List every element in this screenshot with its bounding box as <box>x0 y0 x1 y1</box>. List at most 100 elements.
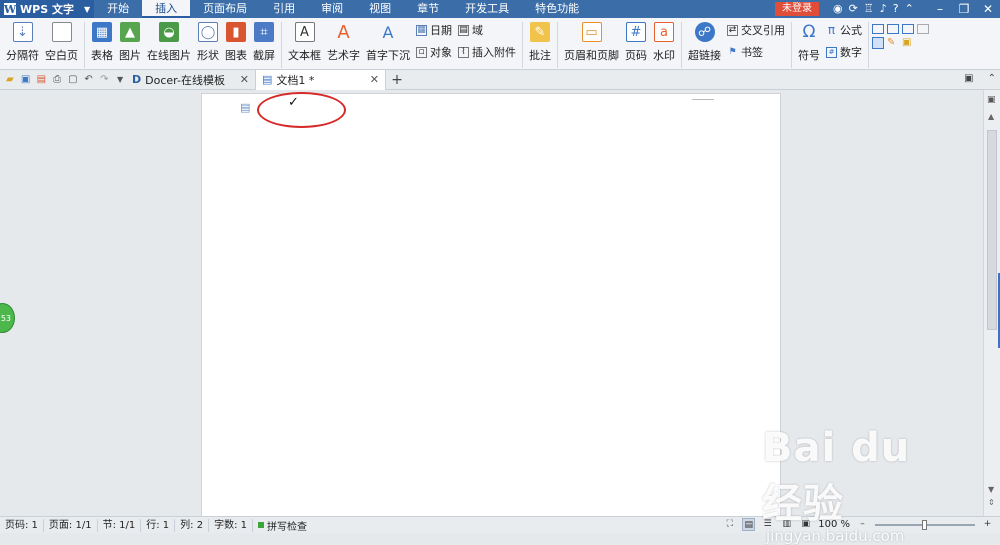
web-view-icon[interactable]: ▥ <box>780 518 793 531</box>
number-button[interactable]: # 数字 <box>826 44 862 60</box>
object-button[interactable]: ▫ 对象 <box>416 44 452 60</box>
formula-button[interactable]: π 公式 <box>826 22 862 38</box>
undo-icon[interactable]: ↶ <box>83 73 95 86</box>
help-icon[interactable]: ? <box>893 2 899 15</box>
cross-reference-button[interactable]: ⇄ 交叉引用 <box>727 22 785 38</box>
page-number-label: 页码 <box>625 49 647 62</box>
textbox-button[interactable]: A 文本框 <box>285 22 324 66</box>
tab-view[interactable]: 视图 <box>356 0 404 18</box>
plus-icon[interactable]: + <box>386 72 408 88</box>
screenshot-button[interactable]: ⌗ 截屏 <box>250 22 278 66</box>
collapse-icon[interactable]: ⌃ <box>988 73 996 84</box>
image-control-icon[interactable] <box>917 24 929 34</box>
minimize-icon[interactable]: – <box>928 0 952 18</box>
document-page[interactable]: ▤ ✓ <box>201 93 781 516</box>
page-view-icon[interactable]: ▤ <box>742 518 756 531</box>
page-break-button[interactable]: ⇣ 分隔符 <box>3 22 42 66</box>
scroll-up-icon[interactable]: ▲ <box>988 112 994 121</box>
page-number-button[interactable]: # 页码 <box>622 22 650 66</box>
checkbox-control-icon[interactable] <box>887 24 899 34</box>
close-icon[interactable]: ✕ <box>240 73 249 86</box>
docer-icon: D <box>132 73 142 86</box>
close-icon[interactable]: ✕ <box>976 0 1000 18</box>
lock-icon[interactable]: ▣ <box>902 37 914 49</box>
attachment-button[interactable]: ⌇ 插入附件 <box>458 44 516 60</box>
redo-icon[interactable]: ↷ <box>99 73 111 86</box>
shapes-button[interactable]: ◯ 形状 <box>194 22 222 66</box>
zoom-in-icon[interactable]: + <box>981 518 994 531</box>
dropcap-button[interactable]: A 首字下沉 <box>363 22 413 66</box>
chart-button[interactable]: ▮ 图表 <box>222 22 250 66</box>
sync-icon[interactable]: ⟳ <box>849 2 858 15</box>
vertical-scrollbar[interactable]: ▣ ▲ ▼ ⇕ <box>983 90 1000 516</box>
field-button[interactable]: ▤ 域 <box>458 22 516 38</box>
attachment-label: 插入附件 <box>472 46 516 59</box>
tab-review[interactable]: 审阅 <box>308 0 356 18</box>
tab-document1[interactable]: ▤ 文档1 * ✕ <box>256 69 386 90</box>
watermark-button[interactable]: a 水印 <box>650 22 678 66</box>
tab-docer-templates[interactable]: D Docer-在线模板 ✕ <box>126 69 256 90</box>
scroll-thumb[interactable] <box>987 130 997 330</box>
login-button[interactable]: 未登录 <box>775 2 819 16</box>
hyperlink-button[interactable]: ☍ 超链接 <box>685 22 724 66</box>
comment-button[interactable]: ✎ 批注 <box>526 22 554 66</box>
page-nav-icon[interactable]: ⇕ <box>988 498 995 507</box>
skin-icon[interactable]: ◉ <box>833 2 843 15</box>
fullscreen-view-icon[interactable]: ⛶ <box>723 518 736 531</box>
print-preview-icon[interactable]: ▢ <box>67 73 79 86</box>
picture-button[interactable]: ▲ 图片 <box>116 22 144 66</box>
header-footer-button[interactable]: ▭ 页眉和页脚 <box>561 22 622 66</box>
table-button[interactable]: ▦ 表格 <box>88 22 116 66</box>
zoom-out-icon[interactable]: – <box>856 518 869 531</box>
shirt-icon[interactable]: ♖ <box>864 2 874 15</box>
outline-view-icon[interactable]: ☰ <box>761 518 774 531</box>
zoom-slider-knob[interactable] <box>922 519 927 530</box>
open-folder-icon[interactable]: ▰ <box>4 73 16 86</box>
ribbon-group-symbols: Ω 符号 π 公式 # 数字 <box>792 22 869 68</box>
maximize-icon[interactable]: ❐ <box>952 0 976 18</box>
save-icon[interactable]: ▣ <box>20 73 32 86</box>
tab-page-layout[interactable]: 页面布局 <box>190 0 260 18</box>
spell-check-icon <box>258 522 264 528</box>
status-words[interactable]: 字数: 1 <box>209 518 253 532</box>
bell-icon[interactable]: ♪ <box>880 2 887 15</box>
combobox-control-icon[interactable] <box>902 24 914 34</box>
comment-icon: ✎ <box>530 22 550 42</box>
zoom-level[interactable]: 100 % <box>818 519 850 530</box>
pencil-icon[interactable]: ✎ <box>887 37 899 49</box>
app-menu-button[interactable]: W WPS 文字 ▼ <box>0 0 95 18</box>
blank-page-button[interactable]: 空白页 <box>42 22 81 66</box>
wordart-button[interactable]: A 艺术字 <box>324 22 363 66</box>
online-picture-label: 在线图片 <box>147 49 191 62</box>
collapse-ribbon-icon[interactable]: ⌃ <box>905 2 914 15</box>
tab-document1-label: 文档1 * <box>276 73 315 87</box>
status-section: 节: 1/1 <box>98 518 142 532</box>
close-icon[interactable]: ✕ <box>370 73 379 86</box>
tab-special[interactable]: 特色功能 <box>522 0 592 18</box>
view-options-icon[interactable]: ▣ <box>987 95 996 105</box>
date-button[interactable]: ▦ 日期 <box>416 22 452 38</box>
symbol-button[interactable]: Ω 符号 <box>795 22 823 66</box>
spell-check-button[interactable]: 拼写检查 <box>253 518 312 533</box>
tab-references[interactable]: 引用 <box>260 0 308 18</box>
scroll-down-icon[interactable]: ▼ <box>988 485 994 494</box>
bookmark-button[interactable]: ⚑ 书签 <box>727 44 785 60</box>
online-picture-button[interactable]: ◒ 在线图片 <box>144 22 194 66</box>
tab-insert[interactable]: 插入 <box>142 0 191 18</box>
tab-home[interactable]: 开始 <box>94 0 142 18</box>
export-pdf-icon[interactable]: ▤ <box>36 73 48 86</box>
tab-developer[interactable]: 开发工具 <box>452 0 522 18</box>
header-footer-label: 页眉和页脚 <box>564 49 619 62</box>
label-control-icon[interactable] <box>872 24 884 34</box>
status-pages: 页面: 1/1 <box>44 518 98 532</box>
tab-section[interactable]: 章节 <box>404 0 452 18</box>
doc-icon: ▤ <box>262 73 273 86</box>
design-mode-icon[interactable] <box>872 37 884 49</box>
zoom-slider[interactable] <box>875 519 975 530</box>
window-mode-icon[interactable]: ▣ <box>964 73 973 84</box>
reading-view-icon[interactable]: ▣ <box>799 518 812 531</box>
chevron-down-icon[interactable]: ▼ <box>114 73 126 86</box>
print-icon[interactable]: ⎙ <box>51 73 63 86</box>
side-badge[interactable]: 53 <box>0 303 15 333</box>
status-right: ⛶ ▤ ☰ ▥ ▣ 100 % – + <box>723 518 994 531</box>
